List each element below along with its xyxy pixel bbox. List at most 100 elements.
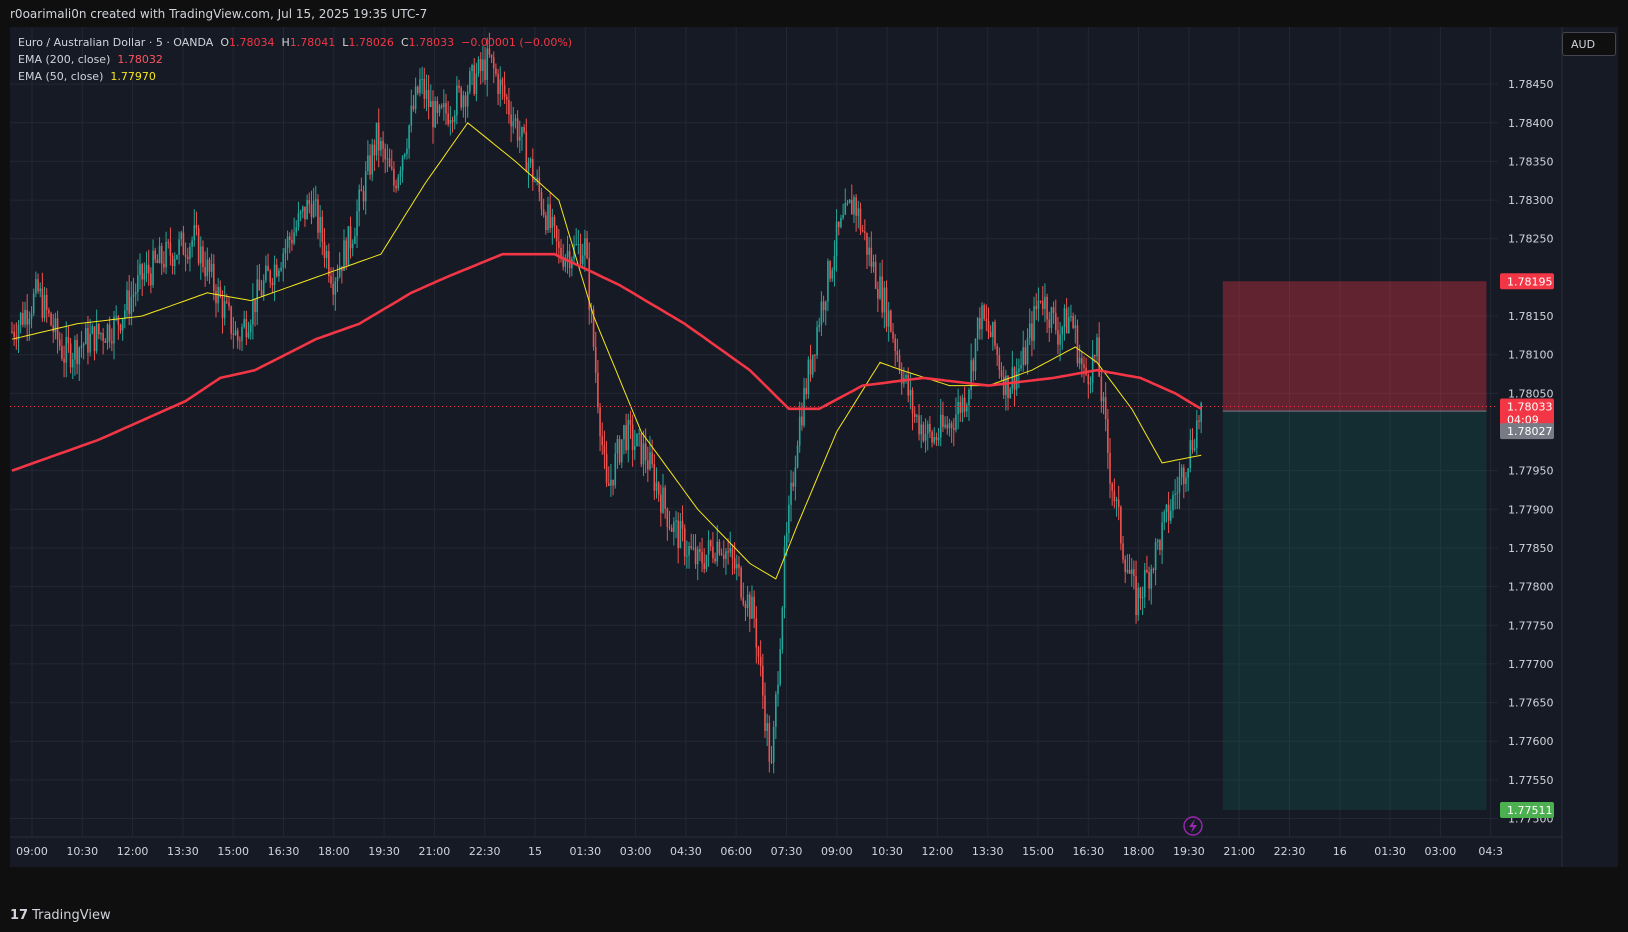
candle-body	[660, 494, 662, 513]
candle-body	[950, 423, 953, 428]
candle-body	[228, 302, 230, 307]
symbol-name[interactable]: Euro / Australian Dollar · 5 · OANDA	[18, 36, 213, 49]
candle-body	[929, 424, 931, 432]
candle-body	[670, 527, 673, 532]
candle-body	[1191, 440, 1194, 450]
candle-body	[199, 246, 202, 264]
price-tick-label: 1.78400	[1508, 117, 1554, 130]
candle-body	[952, 427, 955, 430]
price-tick-label: 1.77800	[1508, 581, 1554, 594]
candle-body	[955, 414, 957, 430]
candle-body	[403, 153, 406, 157]
candle-body	[907, 374, 910, 396]
candle-body	[63, 358, 65, 363]
candle-body	[369, 155, 371, 175]
candle-body	[558, 241, 560, 248]
candle-body	[256, 279, 259, 313]
currency-button[interactable]: AUD	[1562, 32, 1616, 56]
time-tick-label: 03:00	[1425, 845, 1457, 858]
candle-body	[829, 261, 831, 279]
candle-body	[215, 290, 217, 304]
candle-body	[43, 294, 46, 318]
candle-body	[91, 326, 94, 334]
legend-ohlc-row[interactable]: Euro / Australian Dollar · 5 · OANDA O1.…	[18, 34, 572, 51]
candle-body	[310, 204, 313, 217]
candle-body	[547, 204, 549, 231]
ema50-label[interactable]: EMA (50, close)	[18, 70, 103, 83]
time-tick-label: 21:00	[419, 845, 451, 858]
high-label: H	[281, 36, 290, 49]
close-value: 1.78033	[408, 36, 455, 49]
legend-ema50-row[interactable]: EMA (50, close) 1.77970	[18, 68, 572, 85]
candle-body	[141, 264, 143, 280]
alert-icon[interactable]	[1183, 816, 1203, 836]
candle-body	[538, 177, 541, 193]
candle-body	[45, 294, 48, 310]
candle-body	[636, 433, 638, 447]
candle-body	[117, 316, 120, 325]
price-tick-label: 1.77600	[1508, 735, 1554, 748]
candle-body	[731, 548, 734, 559]
candle-body	[1031, 323, 1033, 341]
candle-body	[297, 213, 300, 228]
candle-body	[766, 723, 768, 732]
candle-body	[1061, 327, 1064, 335]
candle-body	[692, 547, 695, 549]
candle-body	[534, 181, 536, 183]
candle-body	[232, 333, 235, 335]
candle-body	[850, 200, 853, 215]
candle-body	[69, 343, 72, 368]
candle-body	[380, 140, 382, 151]
candle-body	[644, 443, 647, 461]
candle-body	[701, 551, 703, 564]
time-tick-label: 04:3	[1478, 845, 1503, 858]
candle-body	[315, 199, 317, 201]
stop-price-tag: 1.78195	[1500, 273, 1554, 290]
candle-body	[714, 558, 716, 562]
candle-body	[1100, 376, 1103, 402]
candle-body	[527, 162, 530, 172]
ema200-label[interactable]: EMA (200, close)	[18, 53, 110, 66]
target-price-tag-text: 1.77511	[1507, 804, 1553, 817]
candle-body	[629, 419, 632, 425]
candle-body	[762, 665, 764, 696]
candle-body	[926, 424, 929, 434]
candle-body	[792, 482, 794, 487]
candle-body	[848, 200, 851, 203]
candle-body	[356, 211, 358, 237]
candle-body	[13, 331, 15, 338]
chart-canvas[interactable]: 1.78450 1.78400 1.78350 1.78300 1.78250 1.781…	[0, 0, 1628, 900]
candle-body	[1005, 375, 1007, 396]
candle-body	[1094, 354, 1096, 357]
candle-body	[768, 723, 771, 762]
tradingview-logo-text: TradingView	[32, 908, 111, 923]
candle-body	[98, 323, 100, 335]
candle-body	[681, 520, 684, 529]
candle-body	[184, 254, 187, 257]
candle-body	[818, 324, 821, 328]
candle-body	[78, 347, 81, 365]
candle-body	[319, 216, 321, 233]
candle-body	[147, 264, 150, 274]
candle-body	[61, 346, 63, 359]
candle-body	[798, 416, 801, 446]
legend-ema200-row[interactable]: EMA (200, close) 1.78032	[18, 51, 572, 68]
candle-body	[1065, 308, 1068, 334]
candle-body	[757, 647, 760, 657]
candle-body	[119, 324, 122, 331]
candle-body	[586, 238, 588, 259]
candle-body	[1050, 307, 1053, 328]
candle-body	[269, 271, 272, 283]
price-tick-label: 1.78450	[1508, 78, 1554, 91]
short-position-tool[interactable]	[1222, 281, 1487, 811]
candle-body	[393, 168, 395, 186]
candle-body	[1154, 542, 1157, 571]
candle-body	[657, 482, 660, 495]
candle-body	[1096, 337, 1098, 357]
candle-body	[542, 209, 545, 216]
candle-body	[575, 244, 577, 246]
time-tick-label: 19:30	[1173, 845, 1205, 858]
candle-body	[150, 273, 152, 286]
candle-body	[234, 330, 237, 335]
candle-body	[165, 241, 167, 268]
